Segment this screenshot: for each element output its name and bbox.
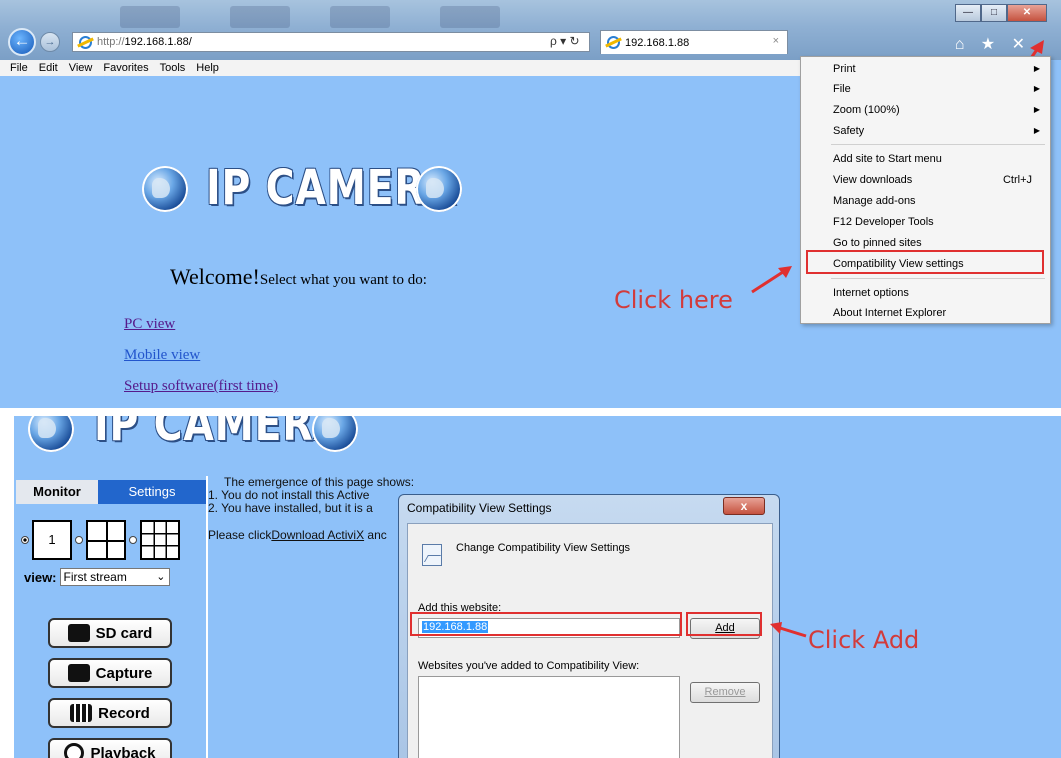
globe-icon	[416, 166, 462, 212]
ie-titlebar: — □ ✕ ← → http:// 192.168.1.88/ ρ ▾ ↻ 19…	[0, 0, 1061, 60]
camera-side-panel: Monitor Settings 1 view: First stream ⌄ S…	[14, 476, 208, 758]
tools-dropdown-menu: Print ▶ File ▶ Zoom (100%) ▶ Safety ▶ Add si…	[800, 56, 1051, 324]
camera-icon	[67, 664, 90, 682]
welcome-small: Select what you want to do:	[259, 272, 427, 288]
click-add-annotation: Click Add	[808, 626, 920, 654]
record-button[interactable]: Record	[48, 698, 172, 728]
browser-tab[interactable]: 192.168.1.88 ×	[600, 30, 788, 54]
film-icon	[70, 704, 93, 722]
camera-tabs: Monitor Settings	[16, 480, 206, 504]
capture-button[interactable]: Capture	[48, 658, 172, 688]
layout-4-radio[interactable]	[75, 536, 83, 544]
layout-1-radio[interactable]	[21, 536, 29, 544]
layout-selector: 1	[18, 520, 180, 560]
taskbar-ghost	[120, 6, 180, 28]
url-protocol: http://	[97, 36, 125, 48]
mobile-view-link[interactable]: Mobile view	[124, 347, 200, 364]
welcome-text: Welcome!Select what you want to do:	[170, 264, 427, 290]
taskbar-ghost	[230, 6, 290, 28]
minimize-button[interactable]: —	[955, 4, 981, 22]
shortcut-label: Ctrl+J	[1002, 174, 1032, 186]
menu-item-about-ie[interactable]: About Internet Explorer	[801, 303, 1050, 323]
menu-item-add-site[interactable]: Add site to Start menu	[801, 149, 1050, 169]
playback-button[interactable]: Playback	[48, 738, 172, 758]
stream-select[interactable]: First stream ⌄	[59, 568, 170, 586]
annotation-arrow-icon	[751, 266, 792, 294]
highlight-box	[806, 250, 1044, 274]
menu-tools[interactable]: Tools	[160, 62, 186, 74]
ie-logo-icon	[79, 35, 92, 49]
address-bar[interactable]: http:// 192.168.1.88/	[72, 32, 590, 52]
menu-item-f12-tools[interactable]: F12 Developer Tools	[801, 212, 1050, 232]
menu-item-view-downloads[interactable]: View downloads Ctrl+J	[801, 170, 1050, 190]
ie-tab-icon	[607, 36, 620, 49]
layout-4-icon[interactable]	[86, 520, 126, 560]
menu-item-internet-options[interactable]: Internet options	[801, 283, 1050, 303]
dialog-title: Compatibility View Settings	[407, 501, 552, 515]
layout-9-radio[interactable]	[129, 536, 137, 544]
welcome-big: Welcome!	[170, 264, 260, 289]
sd-card-button[interactable]: SD card	[48, 618, 172, 648]
menu-view[interactable]: View	[69, 62, 93, 74]
click-here-annotation: Click here	[614, 286, 733, 314]
menu-item-safety[interactable]: Safety ▶	[801, 121, 1050, 141]
address-tools[interactable]: ρ ▾ ↻	[550, 34, 580, 48]
menu-item-print[interactable]: Print ▶	[801, 59, 1050, 79]
submenu-arrow-icon: ▶	[1033, 126, 1040, 135]
dialog-close-button[interactable]: x	[723, 497, 765, 515]
menu-help[interactable]: Help	[196, 62, 219, 74]
globe-icon	[142, 166, 188, 212]
menu-file[interactable]: File	[10, 62, 28, 74]
menu-divider	[831, 144, 1045, 145]
activex-notice: The emergence of this page shows: 1. You…	[208, 475, 415, 542]
ie-browser-screenshot: — □ ✕ ← → http:// 192.168.1.88/ ρ ▾ ↻ 19…	[0, 0, 1061, 408]
dialog-body: Change Compatibility View Settings Add t…	[407, 523, 773, 758]
remove-button[interactable]: Remove	[690, 682, 760, 703]
back-button[interactable]: ←	[8, 28, 36, 56]
highlight-box	[686, 612, 762, 636]
menu-item-file[interactable]: File ▶	[801, 79, 1050, 99]
sd-card-icon	[67, 624, 90, 642]
view-row: view: First stream ⌄	[24, 568, 170, 586]
menu-item-manage-addons[interactable]: Manage add-ons	[801, 191, 1050, 211]
websites-list[interactable]	[418, 676, 680, 758]
window-close-button[interactable]: ✕	[1007, 4, 1047, 22]
menu-favorites[interactable]: Favorites	[103, 62, 148, 74]
submenu-arrow-icon: ▶	[1033, 84, 1040, 93]
compatibility-icon	[422, 544, 442, 566]
layout-9-icon[interactable]	[140, 520, 180, 560]
forward-button[interactable]: →	[40, 32, 60, 52]
url-host: 192.168.1.88/	[124, 36, 192, 48]
menu-edit[interactable]: Edit	[39, 62, 58, 74]
download-activex-link[interactable]: Download ActiviX	[271, 528, 364, 542]
pc-view-link[interactable]: PC view	[124, 316, 175, 333]
chevron-down-icon: ⌄	[156, 571, 166, 583]
setup-software-link[interactable]: Setup software(first time)	[124, 378, 278, 395]
highlight-box	[410, 612, 682, 636]
submenu-arrow-icon: ▶	[1033, 105, 1040, 114]
layout-1-icon[interactable]: 1	[32, 520, 72, 560]
taskbar-ghost	[440, 6, 500, 28]
maximize-button[interactable]: □	[981, 4, 1007, 22]
tab-monitor[interactable]: Monitor	[16, 480, 98, 504]
menu-item-zoom[interactable]: Zoom (100%) ▶	[801, 100, 1050, 120]
dialog-heading: Change Compatibility View Settings	[456, 542, 631, 554]
window-controls: — □ ✕	[955, 4, 1047, 22]
globe-icon	[28, 416, 74, 452]
submenu-arrow-icon: ▶	[1033, 64, 1040, 73]
play-icon	[64, 743, 85, 758]
view-label: view:	[24, 569, 57, 585]
taskbar-ghost	[330, 6, 390, 28]
camera-page-screenshot: IP CAMERA Monitor Settings 1 view: First…	[14, 416, 1061, 758]
tab-title: 192.168.1.88	[625, 36, 690, 49]
menu-divider	[831, 278, 1045, 279]
menu-bar: File Edit View Favorites Tools Help	[0, 60, 800, 76]
websites-list-label: Websites you've added to Compatibility V…	[418, 660, 640, 672]
tab-settings[interactable]: Settings	[98, 480, 206, 504]
camera-banner: IP CAMERA	[14, 416, 1061, 474]
annotation-arrow-icon	[770, 622, 807, 638]
tab-close-icon[interactable]: ×	[773, 35, 779, 47]
camera-brand: IP CAMERA	[94, 416, 345, 452]
